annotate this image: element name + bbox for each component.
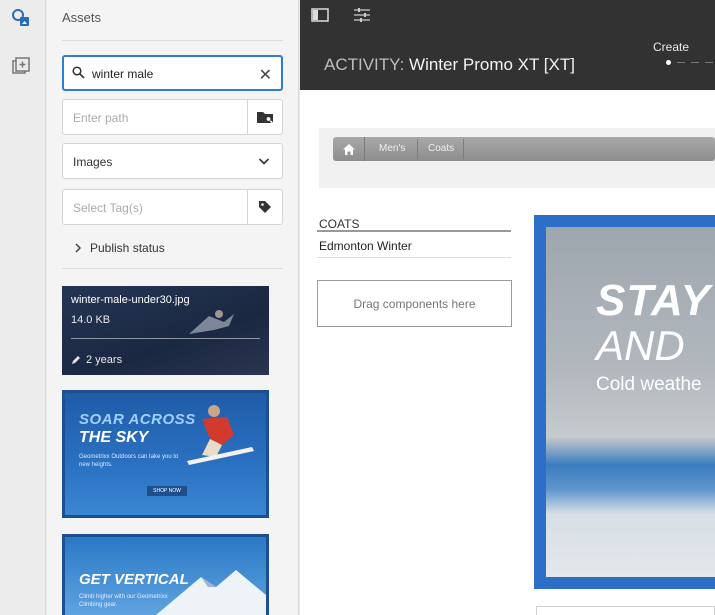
tag-icon <box>259 201 271 213</box>
drop-zone[interactable]: Drag components here <box>317 280 512 327</box>
asset-type-select[interactable]: Images <box>62 143 283 179</box>
toggle-side-panel-icon[interactable] <box>309 5 331 25</box>
path-placeholder[interactable]: Enter path <box>73 111 128 125</box>
add-panel-icon[interactable] <box>9 55 33 79</box>
publish-status-toggle[interactable]: Publish status <box>74 241 165 255</box>
category-item[interactable]: Edmonton Winter <box>319 239 412 253</box>
breadcrumb-mens[interactable]: Men's <box>379 143 405 154</box>
asset-age: 2 years <box>86 354 123 366</box>
promo-headline: SOAR ACROSS <box>79 411 196 428</box>
hero-headline: STAY <box>596 276 711 325</box>
tags-placeholder[interactable]: Select Tag(s) <box>73 201 143 215</box>
side-rail <box>0 0 46 615</box>
aem-editor: Assets winter male ✕ Enter path Images S… <box>0 0 715 615</box>
hero-subheadline: AND <box>596 322 685 369</box>
workflow-progress <box>666 60 713 65</box>
editor-toolbar: ACTIVITY: Winter Promo XT [XT] Create <box>300 0 715 90</box>
divider <box>317 230 511 232</box>
promo-headline: GET VERTICAL <box>79 571 189 588</box>
properties-icon[interactable] <box>351 5 373 25</box>
tags-field[interactable]: Select Tag(s) <box>62 189 283 225</box>
next-component <box>536 606 715 615</box>
step-connector <box>691 62 699 63</box>
publish-status-label: Publish status <box>90 241 165 255</box>
asset-name: winter-male-under30.jpg <box>71 294 190 306</box>
hero-tagline: Cold weathe <box>596 374 702 395</box>
promo-cta: SHOP NOW <box>147 486 187 496</box>
folder-search-icon <box>257 112 274 124</box>
step-dot <box>666 60 671 65</box>
asset-modified: 2 years <box>71 354 122 366</box>
activity-title: ACTIVITY: Winter Promo XT [XT] <box>324 55 575 75</box>
breadcrumb-coats[interactable]: Coats <box>428 143 454 154</box>
path-field[interactable]: Enter path <box>62 99 283 135</box>
panel-title: Assets <box>62 10 102 25</box>
asset-size: 14.0 KB <box>71 314 111 326</box>
assets-finder-icon[interactable] <box>9 6 33 30</box>
asset-card[interactable]: GET VERTICAL Climb higher with our Geome… <box>62 534 269 615</box>
category-title: COATS <box>319 217 360 231</box>
breadcrumb-separator <box>417 139 418 159</box>
divider <box>317 257 511 258</box>
browse-path-button[interactable] <box>247 100 282 134</box>
workflow-step-create[interactable]: Create <box>653 40 689 54</box>
asset-card[interactable]: winter-male-under30.jpg 14.0 KB 2 years <box>62 286 269 375</box>
search-input[interactable]: winter male ✕ <box>62 55 283 91</box>
assets-panel: Assets winter male ✕ Enter path Images S… <box>47 0 299 615</box>
promo-headline-2: THE SKY <box>79 429 149 446</box>
divider <box>62 40 283 41</box>
select-tags-button[interactable] <box>247 190 282 224</box>
pencil-icon <box>72 356 80 364</box>
asset-type-value[interactable]: Images <box>73 155 112 169</box>
chevron-right-icon <box>75 243 82 253</box>
asset-card[interactable]: SOAR ACROSS THE SKY Geometrixx Outdoors … <box>62 390 269 518</box>
promo-body: Climb higher with our Geometrixx Climbin… <box>79 594 168 608</box>
promo-body: Geometrixx Outdoors can take you to new … <box>79 454 179 468</box>
clear-icon[interactable]: ✕ <box>259 65 272 85</box>
activity-label: ACTIVITY: <box>324 55 405 74</box>
hero-banner[interactable]: STAY AND Cold weathe <box>534 215 715 589</box>
home-icon[interactable] <box>333 137 365 161</box>
breadcrumb-separator <box>463 139 464 159</box>
search-icon <box>72 66 85 84</box>
step-connector <box>705 62 713 63</box>
activity-name: Winter Promo XT [XT] <box>409 55 575 74</box>
search-value[interactable]: winter male <box>92 67 153 81</box>
page-canvas: Men's Coats COATS Edmonton Winter Drag c… <box>300 90 715 615</box>
divider <box>71 338 260 339</box>
chevron-down-icon <box>258 154 270 172</box>
breadcrumb: Men's Coats <box>333 137 715 161</box>
step-connector <box>677 62 685 63</box>
divider <box>62 268 283 269</box>
